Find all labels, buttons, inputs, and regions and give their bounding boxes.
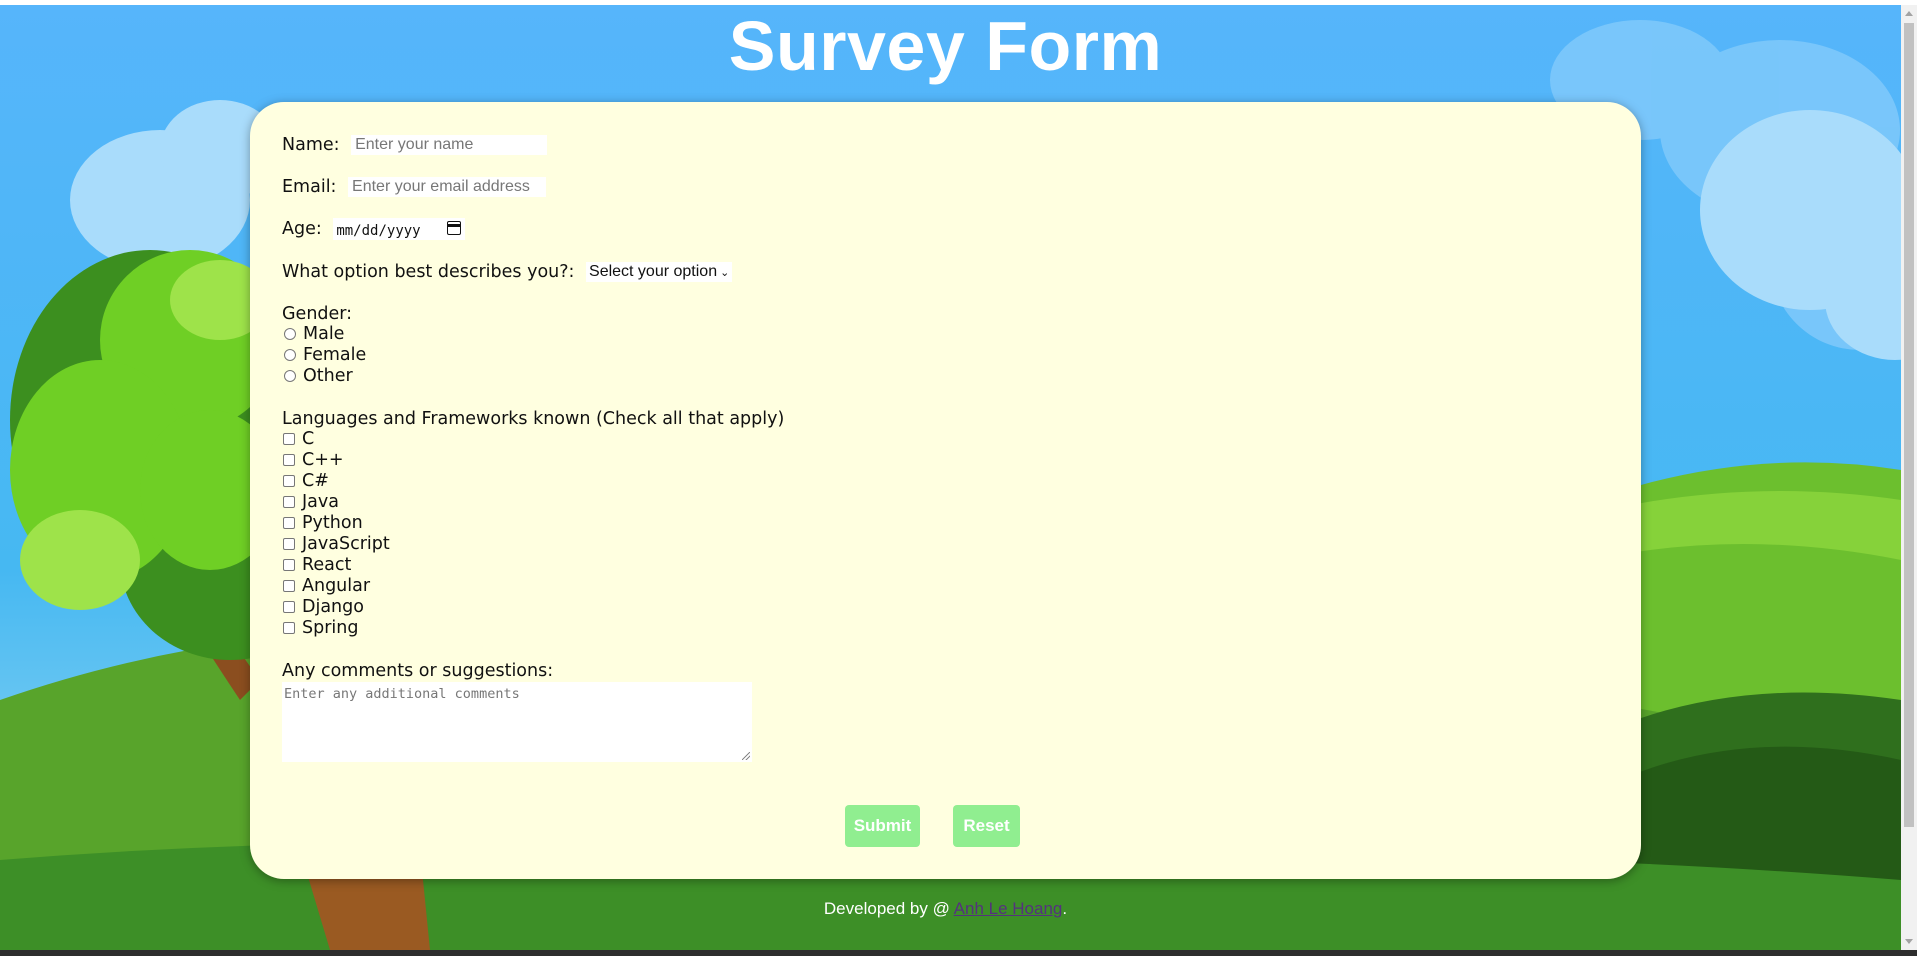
age-row: Age: mm/dd/yyyy (282, 218, 466, 240)
gender-option-other[interactable]: Other (284, 366, 353, 387)
footer: Developed by @ Anh Le Hoang. (0, 899, 1891, 919)
language-option-java[interactable]: Java (283, 492, 339, 513)
checkbox[interactable] (283, 454, 295, 466)
comments-textarea[interactable]: Enter any additional comments (282, 682, 752, 762)
calendar-icon[interactable] (447, 221, 462, 235)
radio-button[interactable] (284, 370, 296, 382)
resize-grip-icon[interactable] (742, 752, 750, 760)
language-option-python[interactable]: Python (283, 513, 363, 534)
language-option-django[interactable]: Django (283, 597, 364, 618)
radio-button[interactable] (284, 328, 296, 340)
checkbox[interactable] (283, 538, 295, 550)
email-input[interactable] (348, 177, 547, 197)
vertical-scrollbar[interactable] (1901, 5, 1917, 950)
name-input[interactable] (351, 135, 548, 155)
language-option-react[interactable]: React (283, 555, 351, 576)
checkbox[interactable] (283, 580, 295, 592)
email-row: Email: (282, 176, 547, 198)
role-row: What option best describes you?: Select … (282, 261, 733, 283)
survey-form-card: Name: Email: Age: mm/dd/yyyy What option… (250, 102, 1641, 879)
scrollbar-thumb[interactable] (1904, 23, 1914, 827)
radio-button[interactable] (284, 349, 296, 361)
age-date-input[interactable]: mm/dd/yyyy (333, 218, 466, 240)
role-label: What option best describes you?: (282, 262, 575, 282)
language-option-spring[interactable]: Spring (283, 618, 358, 639)
scroll-down-icon[interactable] (1905, 939, 1913, 944)
language-option-javascript[interactable]: JavaScript (283, 534, 390, 555)
reset-button[interactable]: Reset (953, 805, 1020, 847)
language-option-cpp[interactable]: C++ (283, 450, 344, 471)
language-option-c[interactable]: C (283, 429, 314, 450)
gender-option-male[interactable]: Male (284, 324, 344, 345)
comments-label: Any comments or suggestions: (282, 661, 554, 681)
checkbox[interactable] (283, 475, 295, 487)
comments-placeholder: Enter any additional comments (284, 686, 520, 702)
role-select-value: Select your option (589, 263, 718, 280)
author-link[interactable]: Anh Le Hoang (954, 899, 1063, 918)
age-date-value: mm/dd/yyyy (336, 223, 421, 239)
language-option-csharp[interactable]: C# (283, 471, 329, 492)
page-title: Survey Form (728, 7, 1163, 85)
gender-label: Gender: (282, 304, 353, 324)
email-label: Email: (282, 177, 337, 197)
age-label: Age: (282, 219, 322, 239)
chevron-down-icon: ⌄ (720, 267, 730, 279)
gender-option-female[interactable]: Female (284, 345, 366, 366)
checkbox[interactable] (283, 433, 295, 445)
browser-bottom-edge (0, 950, 1917, 956)
name-label: Name: (282, 135, 340, 155)
footer-suffix: . (1062, 899, 1068, 918)
checkbox[interactable] (283, 496, 295, 508)
role-select[interactable]: Select your option ⌄ (586, 262, 733, 282)
checkbox[interactable] (283, 559, 295, 571)
name-row: Name: (282, 134, 548, 156)
footer-prefix: Developed by @ (823, 899, 950, 918)
submit-button[interactable]: Submit (845, 805, 920, 847)
scroll-up-icon[interactable] (1905, 11, 1913, 16)
checkbox[interactable] (283, 601, 295, 613)
browser-top-edge (0, 0, 1917, 5)
languages-label: Languages and Frameworks known (Check al… (282, 409, 785, 429)
checkbox[interactable] (283, 622, 295, 634)
checkbox[interactable] (283, 517, 295, 529)
language-option-angular[interactable]: Angular (283, 576, 370, 597)
